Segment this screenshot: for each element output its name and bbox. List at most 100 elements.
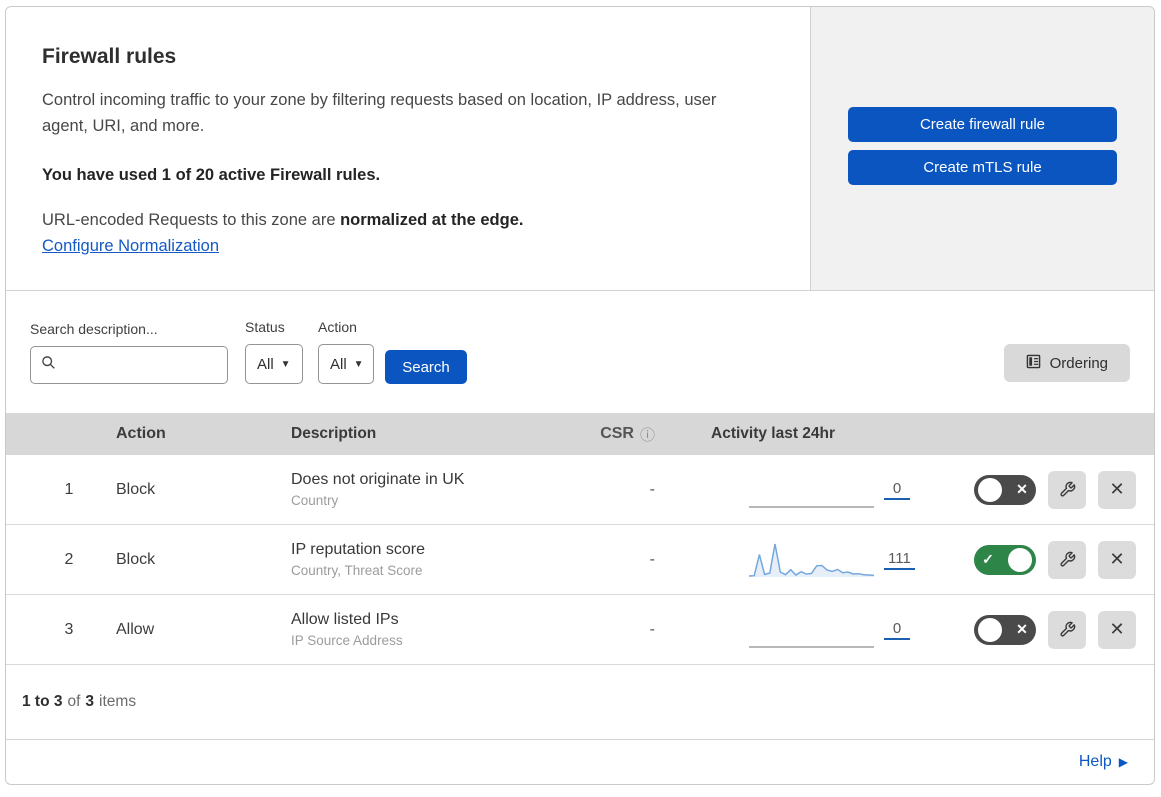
configure-normalization-link[interactable]: Configure Normalization [42,237,219,255]
create-firewall-rule-button[interactable]: Create firewall rule [848,107,1117,142]
actions-panel: Create firewall rule Create mTLS rule [810,7,1154,290]
rule-enabled-toggle[interactable]: ✓ ✕ [974,474,1036,505]
summary-range: 1 to 3 [22,693,63,710]
edit-rule-button[interactable] [1048,470,1086,509]
table-row: 2 Block IP reputation score Country, Thr… [6,525,1154,595]
close-icon: ✕ [1109,619,1125,639]
rule-csr-value: - [649,550,655,568]
page-description: Control incoming traffic to your zone by… [42,91,717,135]
edit-rule-button[interactable] [1048,610,1086,649]
description-column-header: Description [291,425,377,442]
chevron-down-icon: ▼ [280,358,291,370]
ordering-button[interactable]: Ordering [1003,344,1130,382]
status-value: All [257,355,274,373]
table-header: Action Description CSR ⓘ Activity last 2… [6,413,1154,455]
chevron-right-icon: ▶ [1118,755,1128,769]
summary-of: of [67,693,81,710]
rule-priority: 1 [64,480,74,498]
search-label: Search description... [30,321,158,337]
delete-rule-button[interactable]: ✕ [1098,540,1136,579]
header-text-block: Firewall rules Control incoming traffic … [6,7,810,290]
rule-priority: 2 [64,550,74,568]
activity-sparkline [749,470,874,510]
header-section: Firewall rules Control incoming traffic … [6,7,1154,291]
rule-action: Block [116,480,156,498]
normalization-bold: normalized at the edge. [340,211,524,229]
table-row: 1 Block Does not originate in UK Country… [6,455,1154,525]
action-filter-group: Action All ▼ [318,319,374,384]
rule-action: Allow [116,620,155,638]
help-label: Help [1078,753,1112,770]
x-icon: ✕ [1016,481,1028,497]
delete-rule-button[interactable]: ✕ [1098,470,1136,509]
x-icon: ✕ [1016,621,1028,637]
activity-count-link[interactable]: 0 [884,480,910,500]
action-column-header: Action [116,425,166,442]
rule-description-cell: IP reputation score Country, Threat Scor… [291,541,553,578]
search-input-box[interactable] [30,346,228,384]
search-group: Search description... [30,321,228,384]
search-icon [41,355,56,375]
rule-csr-value: - [649,480,655,498]
ordering-list-icon [1026,354,1041,373]
firewall-rules-card: Firewall rules Control incoming traffic … [5,6,1155,785]
check-icon: ✓ [982,551,994,567]
search-input[interactable] [64,355,217,375]
rule-enabled-toggle[interactable]: ✓ ✕ [974,614,1036,645]
help-link[interactable]: Help ▶ [1079,753,1128,771]
edit-rule-button[interactable] [1048,540,1086,579]
search-button[interactable]: Search [385,350,467,384]
rule-activity-cell: 0 [663,610,958,650]
wrench-icon [1059,481,1075,497]
wrench-icon [1059,621,1075,637]
rule-description-cell: Does not originate in UK Country [291,471,553,508]
rule-controls: ✓ ✕ ✕ [958,540,1138,579]
toggle-knob [978,477,1002,502]
rule-activity-cell: 0 [663,470,958,510]
summary-items: items [99,693,137,710]
usage-summary: You have used 1 of 20 active Firewall ru… [42,166,381,184]
rule-description: IP reputation score [291,541,426,558]
rule-csr-value: - [649,620,655,638]
csr-label: CSR [600,425,634,442]
rule-priority: 3 [64,620,74,638]
page-title: Firewall rules [42,45,177,68]
rule-action: Block [116,550,156,568]
table-row: 3 Allow Allow listed IPs IP Source Addre… [6,595,1154,665]
rule-controls: ✓ ✕ ✕ [958,470,1138,509]
toggle-knob [978,617,1002,642]
toggle-knob [1008,547,1032,572]
ordering-label: Ordering [1049,354,1108,372]
items-summary: 1 to 3 of 3 items [6,665,1154,740]
rule-enabled-toggle[interactable]: ✓ ✕ [974,544,1036,575]
rule-fields: Country [291,493,339,508]
close-icon: ✕ [1109,479,1125,499]
normalization-prefix: URL-encoded Requests to this zone are [42,211,341,229]
action-dropdown[interactable]: All ▼ [318,344,374,384]
status-dropdown[interactable]: All ▼ [245,344,303,384]
rule-fields: Country, Threat Score [291,563,423,578]
rule-fields: IP Source Address [291,633,403,648]
status-label: Status [245,319,285,335]
activity-count-link[interactable]: 0 [884,620,910,640]
chevron-down-icon: ▼ [353,358,364,370]
info-icon[interactable]: ⓘ [640,424,655,445]
delete-rule-button[interactable]: ✕ [1098,610,1136,649]
status-filter-group: Status All ▼ [245,319,303,384]
help-bar: Help ▶ [6,740,1154,784]
close-icon: ✕ [1109,549,1125,569]
normalization-note: URL-encoded Requests to this zone are no… [42,211,770,230]
rule-description: Does not originate in UK [291,471,465,488]
rule-description: Allow listed IPs [291,611,399,628]
activity-sparkline [748,540,875,580]
rule-controls: ✓ ✕ ✕ [958,610,1138,649]
filter-bar: Search description... Status All ▼ Actio… [6,291,1154,413]
wrench-icon [1059,551,1075,567]
activity-sparkline [749,610,874,650]
action-label: Action [318,319,357,335]
rule-activity-cell: 111 [663,540,958,580]
activity-column-header: Activity last 24hr [711,425,836,442]
create-mtls-rule-button[interactable]: Create mTLS rule [848,150,1117,185]
csr-column-header: CSR ⓘ [553,424,663,445]
activity-count-link[interactable]: 111 [884,550,915,570]
